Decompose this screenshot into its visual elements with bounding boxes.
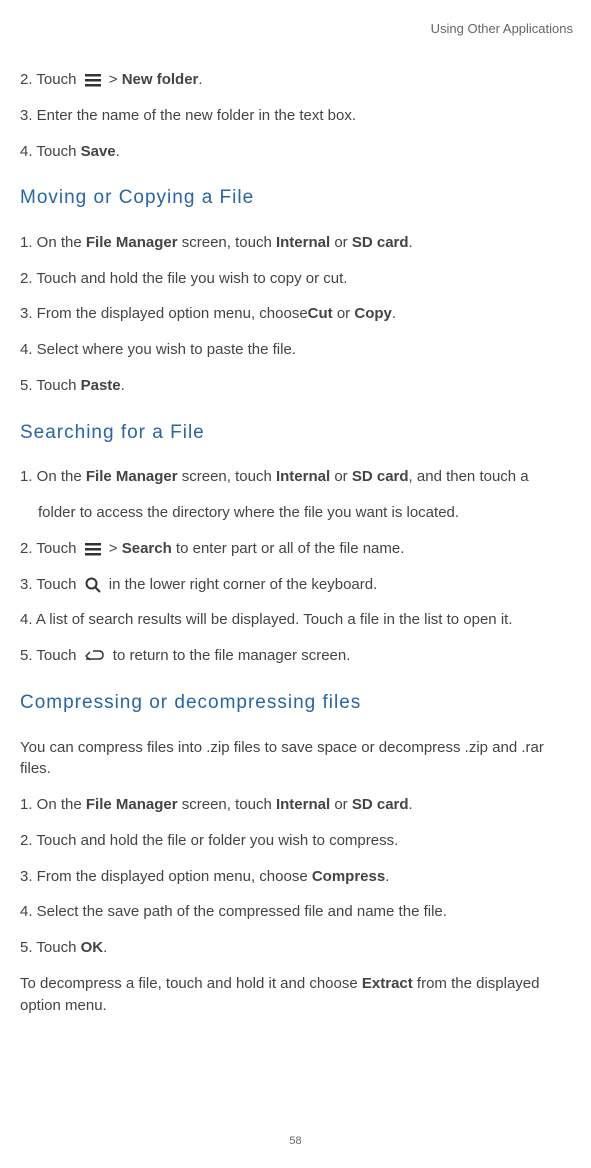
text: 3. From the displayed option menu, choos… bbox=[20, 868, 312, 885]
step-4-touch-save: 4. Touch Save. bbox=[20, 141, 573, 163]
bold-text: Paste bbox=[81, 377, 121, 394]
text: > bbox=[109, 71, 122, 88]
text: 5. Touch bbox=[20, 939, 81, 956]
text: , and then touch a bbox=[409, 468, 529, 485]
menu-icon bbox=[85, 538, 101, 560]
bold-text: Internal bbox=[276, 234, 330, 251]
text: to return to the file manager screen. bbox=[113, 647, 351, 664]
text: 1. On the bbox=[20, 234, 86, 251]
text: or bbox=[333, 305, 355, 322]
back-icon bbox=[85, 645, 105, 667]
page-number: 58 bbox=[0, 1134, 591, 1150]
step-2-touch-new-folder: 2. Touch > New folder. bbox=[20, 69, 573, 91]
bold-text: SD card bbox=[352, 234, 409, 251]
text: . bbox=[392, 305, 396, 322]
menu-icon bbox=[85, 69, 101, 91]
text: screen, touch bbox=[178, 234, 276, 251]
bold-text: File Manager bbox=[86, 234, 178, 251]
text: screen, touch bbox=[178, 468, 276, 485]
text: 2. Touch bbox=[20, 71, 81, 88]
searching-step-1-line2: folder to access the directory where the… bbox=[20, 502, 573, 524]
step-3-enter-name: 3. Enter the name of the new folder in t… bbox=[20, 105, 573, 127]
bold-text: SD card bbox=[352, 796, 409, 813]
moving-step-4: 4. Select where you wish to paste the fi… bbox=[20, 339, 573, 361]
heading-moving-copying: Moving or Copying a File bbox=[20, 184, 573, 212]
text: 5. Touch bbox=[20, 377, 81, 394]
compress-step-3: 3. From the displayed option menu, choos… bbox=[20, 866, 573, 888]
moving-step-1: 1. On the File Manager screen, touch Int… bbox=[20, 232, 573, 254]
searching-step-5: 5. Touch to return to the file manager s… bbox=[20, 645, 573, 667]
text: . bbox=[103, 939, 107, 956]
search-icon bbox=[85, 574, 101, 596]
searching-step-2: 2. Touch > Search to enter part or all o… bbox=[20, 538, 573, 560]
text: or bbox=[330, 796, 352, 813]
bold-text: Internal bbox=[276, 796, 330, 813]
heading-searching: Searching for a File bbox=[20, 419, 573, 447]
compress-step-5: 5. Touch OK. bbox=[20, 937, 573, 959]
text: . bbox=[385, 868, 389, 885]
text: to enter part or all of the file name. bbox=[172, 540, 405, 557]
compress-intro: You can compress files into .zip files t… bbox=[20, 737, 573, 781]
text: To decompress a file, touch and hold it … bbox=[20, 975, 362, 992]
text: or bbox=[330, 234, 352, 251]
compress-step-2: 2. Touch and hold the file or folder you… bbox=[20, 830, 573, 852]
text: 5. Touch bbox=[20, 647, 81, 664]
bold-text: OK bbox=[81, 939, 104, 956]
bold-text: New folder bbox=[122, 71, 199, 88]
text: 3. Touch bbox=[20, 576, 81, 593]
page-header: Using Other Applications bbox=[20, 20, 573, 39]
text: > bbox=[109, 540, 122, 557]
searching-step-4: 4. A list of search results will be disp… bbox=[20, 609, 573, 631]
bold-text: File Manager bbox=[86, 468, 178, 485]
text: . bbox=[409, 234, 413, 251]
moving-step-3: 3. From the displayed option menu, choos… bbox=[20, 303, 573, 325]
compress-step-4: 4. Select the save path of the compresse… bbox=[20, 901, 573, 923]
searching-step-1: 1. On the File Manager screen, touch Int… bbox=[20, 466, 573, 488]
bold-text: Compress bbox=[312, 868, 385, 885]
moving-step-5: 5. Touch Paste. bbox=[20, 375, 573, 397]
searching-step-3: 3. Touch in the lower right corner of th… bbox=[20, 574, 573, 596]
text: 4. Touch bbox=[20, 143, 81, 160]
text: 2. Touch bbox=[20, 540, 81, 557]
bold-text: Extract bbox=[362, 975, 413, 992]
text: 1. On the bbox=[20, 468, 86, 485]
text: . bbox=[409, 796, 413, 813]
bold-text: File Manager bbox=[86, 796, 178, 813]
decompress-note: To decompress a file, touch and hold it … bbox=[20, 973, 573, 1017]
text: screen, touch bbox=[178, 796, 276, 813]
text: . bbox=[116, 143, 120, 160]
moving-step-2: 2. Touch and hold the file you wish to c… bbox=[20, 268, 573, 290]
text: . bbox=[198, 71, 202, 88]
compress-step-1: 1. On the File Manager screen, touch Int… bbox=[20, 794, 573, 816]
bold-text: Save bbox=[81, 143, 116, 160]
text: or bbox=[330, 468, 352, 485]
bold-text: Search bbox=[122, 540, 172, 557]
text: in the lower right corner of the keyboar… bbox=[109, 576, 377, 593]
bold-text: Copy bbox=[354, 305, 392, 322]
text: 3. From the displayed option menu, choos… bbox=[20, 305, 308, 322]
bold-text: Internal bbox=[276, 468, 330, 485]
bold-text: SD card bbox=[352, 468, 409, 485]
text: 1. On the bbox=[20, 796, 86, 813]
text: . bbox=[121, 377, 125, 394]
heading-compressing: Compressing or decompressing files bbox=[20, 689, 573, 717]
bold-text: Cut bbox=[308, 305, 333, 322]
